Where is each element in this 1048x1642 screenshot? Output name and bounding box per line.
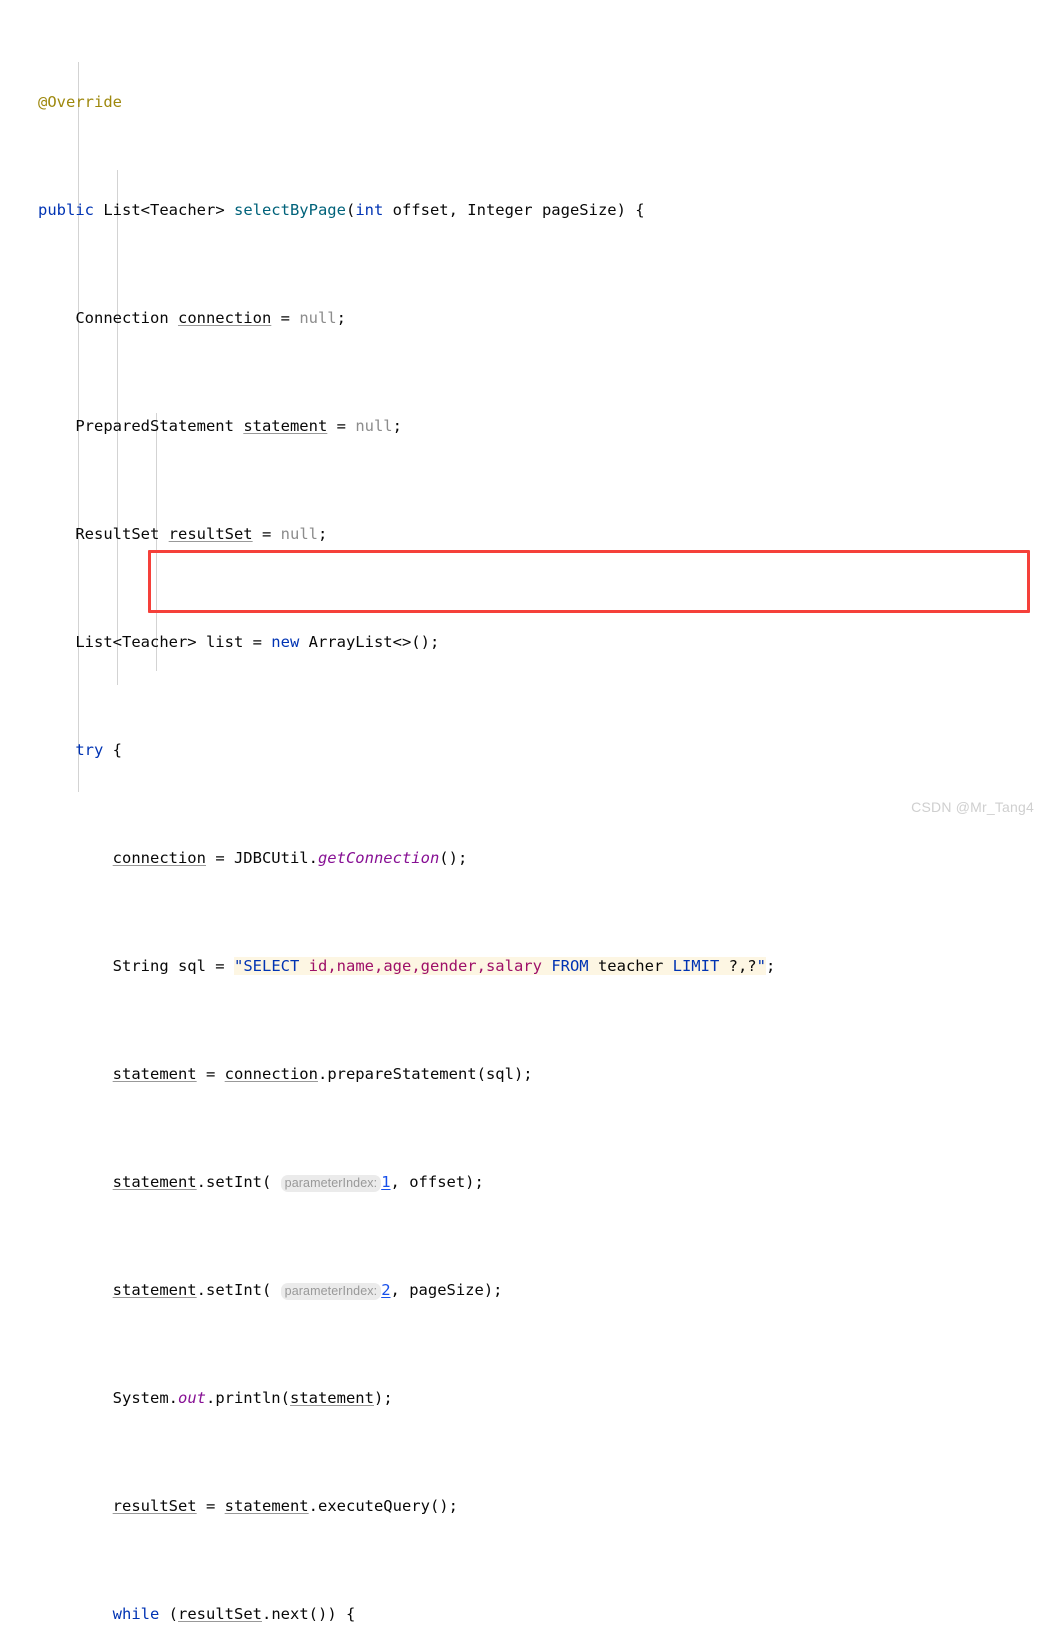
sql-table: teacher [588,957,673,975]
setint-args: , pageSize); [390,1281,503,1299]
code-line-3[interactable]: Connection connection = null; [0,305,1048,332]
sql-space [299,957,308,975]
quote-close: " [756,957,766,975]
paren-open: ( [159,1605,178,1623]
var-statement: statement [112,1281,197,1299]
setint-args: , offset); [390,1173,484,1191]
setint-call: .setInt( [196,1281,281,1299]
return-type: List<Teacher> [94,201,234,219]
sql-keyword-from: FROM [551,957,589,975]
list-decl: List<Teacher> list = [75,633,272,651]
paren-open: ( [345,201,356,219]
kw-new: new [271,633,300,651]
static-field-out: out [177,1389,206,1407]
kw-try: try [75,741,104,759]
code-line-5[interactable]: ResultSet resultSet = null; [0,521,1048,548]
code-line-9[interactable]: String sql = "SELECT id,name,age,gender,… [0,953,1048,980]
code-line-10[interactable]: statement = connection.prepareStatement(… [0,1061,1048,1088]
var-connection: connection [112,849,206,867]
kw-int: int [355,201,384,219]
hint-value-1: 1 [381,1173,391,1191]
inlay-hint-parameterindex: parameterIndex: [280,1283,382,1300]
call-tail: (); [439,849,468,867]
type-resultset: ResultSet [75,525,169,543]
semicolon: ; [317,525,328,543]
code-line-1[interactable]: @Override [0,89,1048,116]
var-statement: statement [224,1497,309,1515]
code-line-4[interactable]: PreparedStatement statement = null; [0,413,1048,440]
type-preparedstatement: PreparedStatement [75,417,244,435]
var-connection: connection [224,1065,318,1083]
assign-op: = [327,417,356,435]
kw-while: while [112,1605,160,1623]
literal-null: null [299,309,337,327]
code-line-6[interactable]: List<Teacher> list = new ArrayList<>(); [0,629,1048,656]
println-call: .println( [205,1389,290,1407]
var-resultset: resultSet [112,1497,197,1515]
preparestatement-call: .prepareStatement(sql); [317,1065,533,1083]
code-line-12[interactable]: statement.setInt( parameterIndex: 2, page… [0,1277,1048,1304]
system-ref: System. [112,1389,178,1407]
assign-op: = [196,1065,225,1083]
assign-op: = [252,525,281,543]
sql-columns: id,name,age,gender,salary [308,957,542,975]
var-resultset: resultSet [168,525,253,543]
code-line-13[interactable]: System.out.println(statement); [0,1385,1048,1412]
method-name-selectByPage: selectByPage [233,201,346,219]
arraylist-init: ArrayList<>(); [299,633,440,651]
var-statement: statement [112,1173,197,1191]
sql-space [542,957,551,975]
code-line-8[interactable]: connection = JDBCUtil.getConnection(); [0,845,1048,872]
watermark-label: CSDN @Mr_Tang4 [911,799,1034,815]
literal-null: null [355,417,393,435]
kw-public: public [38,201,94,219]
var-statement: statement [289,1389,374,1407]
annotation-override: @Override [38,93,122,111]
var-statement: statement [112,1065,197,1083]
sql-placeholders: ?,? [719,957,757,975]
var-statement: statement [243,417,328,435]
sql-keyword-select: SELECT [243,957,300,975]
semicolon: ; [392,417,402,435]
executequery-call: .executeQuery(); [308,1497,458,1515]
assign-op: = [196,1497,225,1515]
code-line-7[interactable]: try { [0,737,1048,764]
assign-op: = [271,309,300,327]
var-resultset: resultSet [178,1605,262,1623]
next-call: .next()) { [262,1605,356,1623]
code-line-14[interactable]: resultSet = statement.executeQuery(); [0,1493,1048,1520]
method-getconnection: getConnection [317,849,440,867]
quote-open: " [233,957,244,975]
literal-null: null [280,525,318,543]
var-connection: connection [177,309,272,327]
setint-call: .setInt( [196,1173,281,1191]
code-line-2[interactable]: public List<Teacher> selectByPage(int of… [0,197,1048,224]
semicolon: ; [765,957,776,975]
sql-decl: String sql = [112,957,234,975]
code-line-15[interactable]: while (resultSet.next()) { [0,1601,1048,1628]
type-connection: Connection [75,309,178,327]
brace-open: { [103,741,122,759]
hint-value-2: 2 [381,1281,391,1299]
jdbcutil-ref: = JDBCUtil. [205,849,318,867]
sql-keyword-limit: LIMIT [672,957,720,975]
code-editor-viewport[interactable]: @Override public List<Teacher> selectByP… [0,0,1048,1623]
semicolon: ; [336,309,346,327]
code-content[interactable]: @Override public List<Teacher> selectByP… [0,8,1048,1642]
code-line-11[interactable]: statement.setInt( parameterIndex: 1, offs… [0,1169,1048,1196]
params-tail: offset, Integer pageSize) { [383,201,645,219]
call-tail: ); [373,1389,393,1407]
inlay-hint-parameterindex: parameterIndex: [280,1175,382,1192]
